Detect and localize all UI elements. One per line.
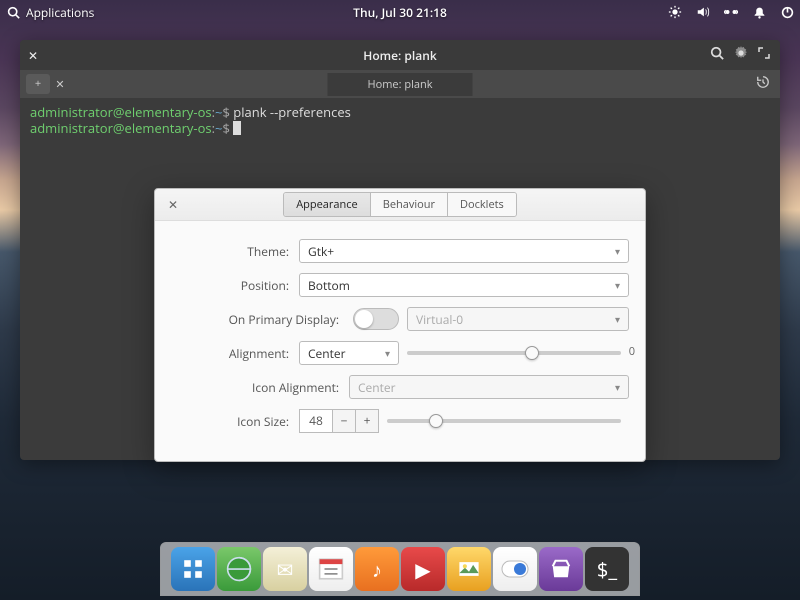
history-icon[interactable] bbox=[756, 75, 770, 93]
slider-thumb[interactable] bbox=[525, 346, 539, 360]
position-value: Bottom bbox=[308, 277, 350, 294]
dialog-tabs: Appearance Behaviour Docklets bbox=[283, 192, 517, 217]
window-titlebar[interactable]: ✕ Home: plank bbox=[20, 40, 780, 70]
dock-app-browser[interactable] bbox=[217, 547, 261, 591]
slider-thumb[interactable] bbox=[429, 414, 443, 428]
network-icon[interactable] bbox=[724, 5, 738, 19]
tab-docklets[interactable]: Docklets bbox=[448, 193, 516, 216]
terminal-settings-icon[interactable] bbox=[734, 46, 748, 64]
volume-icon[interactable] bbox=[696, 5, 710, 19]
chevron-down-icon: ▾ bbox=[615, 312, 620, 326]
offset-slider[interactable]: 0 bbox=[407, 351, 621, 355]
offset-value: 0 bbox=[629, 344, 635, 359]
window-close-button[interactable]: ✕ bbox=[20, 47, 46, 64]
dialog-close-button[interactable]: ✕ bbox=[163, 195, 183, 215]
dock-app-terminal[interactable]: $_ bbox=[585, 547, 629, 591]
notifications-icon[interactable] bbox=[752, 5, 766, 19]
window-maximize-icon[interactable] bbox=[758, 46, 770, 64]
icon-size-increase[interactable]: + bbox=[355, 409, 379, 433]
label-icon-size: Icon Size: bbox=[171, 413, 299, 430]
plank-preferences-dialog: ✕ Appearance Behaviour Docklets Theme: G… bbox=[154, 188, 646, 462]
terminal-tab[interactable]: Home: plank bbox=[328, 73, 473, 96]
dock-app-settings-switchboard[interactable] bbox=[493, 547, 537, 591]
dock-app-appcenter[interactable] bbox=[539, 547, 583, 591]
panel-clock[interactable]: Thu, Jul 30 21:18 bbox=[353, 4, 447, 21]
icon-size-slider[interactable] bbox=[387, 419, 621, 423]
icon-size-decrease[interactable]: − bbox=[332, 409, 356, 433]
terminal-cursor bbox=[233, 121, 241, 135]
new-tab-button[interactable]: + bbox=[26, 74, 50, 94]
chevron-down-icon: ▾ bbox=[615, 278, 620, 292]
chevron-down-icon: ▾ bbox=[385, 346, 390, 360]
position-select[interactable]: Bottom ▾ bbox=[299, 273, 629, 297]
icon-size-input[interactable]: 48 bbox=[299, 409, 333, 433]
dialog-header[interactable]: ✕ Appearance Behaviour Docklets bbox=[155, 189, 645, 221]
tab-behaviour[interactable]: Behaviour bbox=[371, 193, 448, 216]
label-theme: Theme: bbox=[171, 243, 299, 260]
power-icon[interactable] bbox=[780, 5, 794, 19]
prompt-user: administrator@elementary-os bbox=[30, 119, 212, 137]
terminal-search-icon[interactable] bbox=[710, 46, 724, 64]
prompt-dollar: $ bbox=[222, 119, 229, 137]
dock-app-mail[interactable]: ✉ bbox=[263, 547, 307, 591]
label-position: Position: bbox=[171, 277, 299, 294]
theme-value: Gtk+ bbox=[308, 243, 334, 260]
display-select: Virtual-0 ▾ bbox=[407, 307, 629, 331]
icon-alignment-value: Center bbox=[358, 379, 396, 396]
dock-app-calendar[interactable] bbox=[309, 547, 353, 591]
dock-app-videos[interactable]: ▶ bbox=[401, 547, 445, 591]
label-alignment: Alignment: bbox=[171, 345, 299, 362]
icon-alignment-select: Center ▾ bbox=[349, 375, 629, 399]
alignment-select[interactable]: Center ▾ bbox=[299, 341, 399, 365]
switch-knob bbox=[355, 310, 373, 328]
chevron-down-icon: ▾ bbox=[615, 244, 620, 258]
close-tab-button[interactable]: ✕ bbox=[50, 77, 70, 92]
terminal-command: plank --preferences bbox=[233, 103, 351, 121]
primary-display-switch[interactable] bbox=[353, 308, 399, 330]
dock-app-photos[interactable] bbox=[447, 547, 491, 591]
plank-dock: ✉ ♪ ▶ $_ bbox=[160, 542, 640, 596]
display-value: Virtual-0 bbox=[416, 311, 463, 328]
brightness-icon[interactable] bbox=[668, 5, 682, 19]
theme-select[interactable]: Gtk+ ▾ bbox=[299, 239, 629, 263]
alignment-value: Center bbox=[308, 345, 346, 362]
terminal-tabbar: + ✕ Home: plank bbox=[20, 70, 780, 98]
chevron-down-icon: ▾ bbox=[615, 380, 620, 394]
search-icon[interactable] bbox=[6, 5, 20, 19]
top-panel: Applications Thu, Jul 30 21:18 bbox=[0, 0, 800, 24]
dock-app-music[interactable]: ♪ bbox=[355, 547, 399, 591]
applications-menu[interactable]: Applications bbox=[26, 4, 94, 21]
label-primary-display: On Primary Display: bbox=[171, 311, 349, 328]
tab-appearance[interactable]: Appearance bbox=[284, 193, 371, 216]
window-title: Home: plank bbox=[363, 47, 436, 64]
label-icon-alignment: Icon Alignment: bbox=[171, 379, 349, 396]
dock-app-multitasking[interactable] bbox=[171, 547, 215, 591]
